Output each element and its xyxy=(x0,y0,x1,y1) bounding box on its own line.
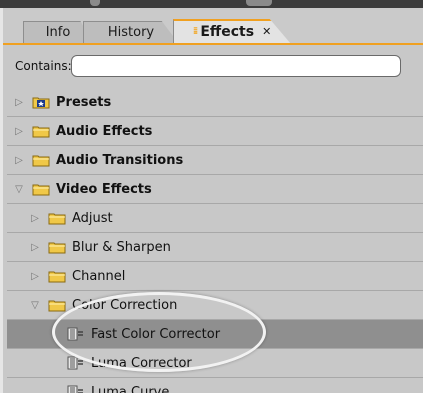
effects-panel: Info History ⁞⁞ Effects ✕ Contains: ▷ Pre… xyxy=(0,8,423,393)
tree-item-label: Fast Color Corrector xyxy=(91,326,221,342)
tab-history-label: History xyxy=(107,25,155,40)
folder-icon xyxy=(48,299,66,312)
effects-tree: ▷ Presets ▷ Audio Effects ▷ Audio Transitions… xyxy=(7,88,423,393)
folder-icon xyxy=(48,270,66,283)
folder-icon xyxy=(48,241,66,254)
tree-folder-item[interactable]: ▷ Audio Effects xyxy=(7,117,423,146)
tree-item-label: Adjust xyxy=(72,210,113,226)
folder-icon xyxy=(48,212,66,225)
tab-effects[interactable]: ⁞⁞ Effects ✕ xyxy=(173,19,291,44)
effect-item[interactable]: Luma Curve xyxy=(7,378,423,393)
disclosure-triangle-expanded-icon[interactable]: ▽ xyxy=(29,300,41,311)
tree-folder-item[interactable]: ▷ Adjust xyxy=(7,204,423,233)
disclosure-triangle-collapsed-icon[interactable]: ▷ xyxy=(13,155,25,166)
folder-icon xyxy=(32,154,50,167)
tree-item-label: Luma Curve xyxy=(91,384,170,393)
effect-icon xyxy=(67,385,85,393)
disclosure-triangle-collapsed-icon[interactable]: ▷ xyxy=(29,213,41,224)
tree-folder-item[interactable]: ▷ Channel xyxy=(7,262,423,291)
frame-nub xyxy=(246,0,272,6)
effect-icon xyxy=(67,327,85,341)
close-icon[interactable]: ✕ xyxy=(262,25,271,38)
tree-item-label: Audio Transitions xyxy=(56,152,184,168)
folder-icon xyxy=(32,183,50,196)
search-row: Contains: xyxy=(11,54,423,78)
tree-folder-item[interactable]: ▷ Blur & Sharpen xyxy=(7,233,423,262)
tree-folder-item[interactable]: ▽ Color Correction xyxy=(7,291,423,320)
tree-item-label: Video Effects xyxy=(56,181,152,197)
disclosure-triangle-collapsed-icon[interactable]: ▷ xyxy=(13,126,25,137)
tree-item-label: Luma Corrector xyxy=(91,355,192,371)
tree-item-label: Presets xyxy=(56,94,112,110)
tree-item-label: Channel xyxy=(72,268,126,284)
effect-icon xyxy=(67,356,85,370)
disclosure-triangle-collapsed-icon[interactable]: ▷ xyxy=(29,271,41,282)
effect-item[interactable]: Luma Corrector xyxy=(7,349,423,378)
disclosure-triangle-collapsed-icon[interactable]: ▷ xyxy=(29,242,41,253)
tab-history[interactable]: History xyxy=(83,21,179,44)
tree-folder-item[interactable]: ▽ Video Effects xyxy=(7,175,423,204)
tree-item-label: Color Correction xyxy=(72,297,178,313)
tab-info-label: Info xyxy=(45,25,71,40)
tree-folder-item[interactable]: ▷ Audio Transitions xyxy=(7,146,423,175)
disclosure-triangle-collapsed-icon[interactable]: ▷ xyxy=(13,97,25,108)
tree-item-label: Audio Effects xyxy=(56,123,153,139)
folder-icon xyxy=(32,125,50,138)
search-input[interactable] xyxy=(71,55,401,77)
tab-bar: Info History ⁞⁞ Effects ✕ xyxy=(3,8,423,45)
effect-item[interactable]: Fast Color Corrector xyxy=(7,320,423,349)
tab-underline xyxy=(3,43,423,45)
presets-folder-icon xyxy=(32,96,50,109)
tree-folder-item[interactable]: ▷ Presets xyxy=(7,88,423,117)
frame-nub xyxy=(90,0,100,6)
search-label: Contains: xyxy=(15,59,72,73)
tree-item-label: Blur & Sharpen xyxy=(72,239,171,255)
tab-effects-label: Effects xyxy=(200,23,255,40)
drag-grip-icon[interactable]: ⁞⁞ xyxy=(193,26,198,37)
disclosure-triangle-expanded-icon[interactable]: ▽ xyxy=(13,184,25,195)
